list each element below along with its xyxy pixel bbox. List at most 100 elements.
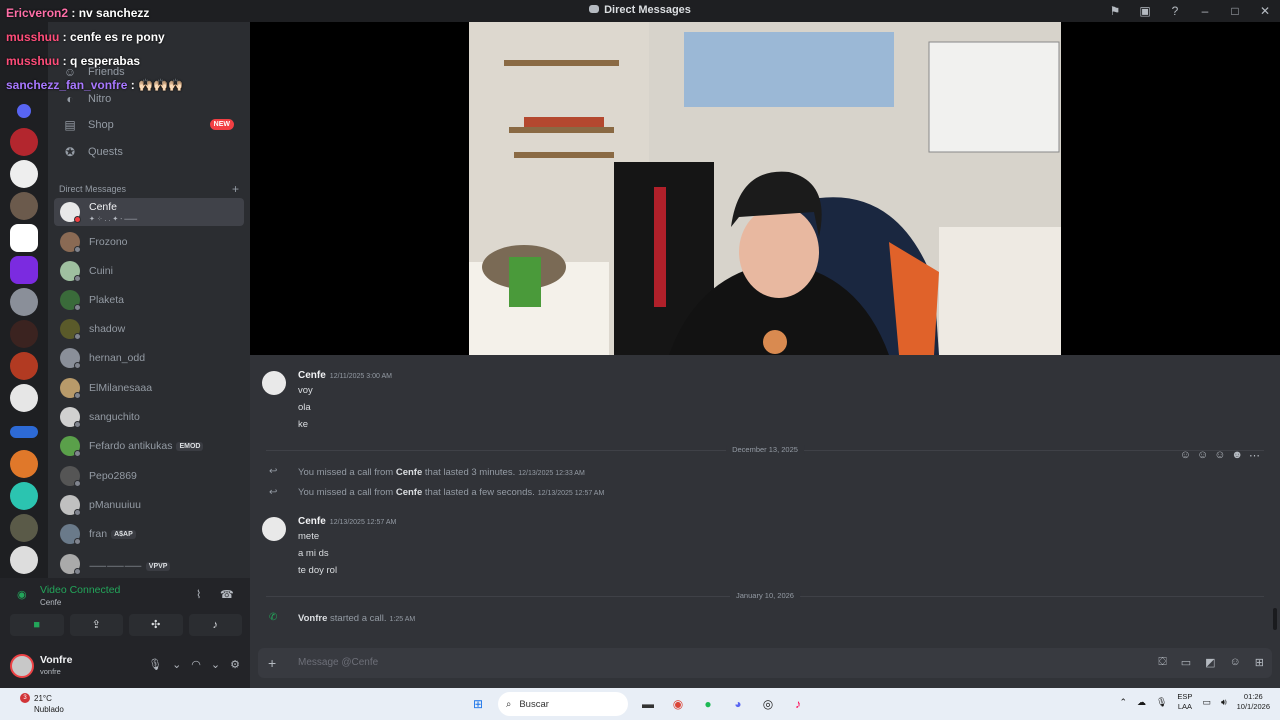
server-icon[interactable] — [10, 482, 38, 510]
overlay-chat-line: musshuu : q esperabas — [6, 54, 140, 68]
dm-item[interactable]: shadow — [54, 315, 244, 343]
sticker-icon[interactable]: ◩ — [1205, 656, 1215, 669]
voice-status[interactable]: Video Connected — [40, 584, 120, 596]
create-dm-plus-icon[interactable]: + — [232, 182, 239, 196]
chevron-down-icon[interactable]: ⌄ — [211, 658, 220, 671]
caller-name[interactable]: Cenfe — [396, 487, 422, 498]
dm-name-text: Cenfe — [89, 201, 118, 213]
dm-item[interactable]: fran A$AP — [54, 520, 244, 548]
dm-item[interactable]: pManuuiuu — [54, 491, 244, 519]
message-input[interactable]: Message @Cenfe — [298, 657, 378, 668]
server-icon[interactable] — [10, 192, 38, 220]
status-dot — [74, 509, 81, 516]
dm-item[interactable]: Pepo2869 — [54, 462, 244, 490]
dm-item[interactable]: Cuini — [54, 257, 244, 285]
gift-icon[interactable]: ⛋ — [1158, 656, 1166, 669]
disconnect-icon[interactable]: ☎ — [220, 588, 234, 601]
dm-item[interactable]: Fefardo antikukas EMOD — [54, 432, 244, 460]
dm-name: ⸺⸺⸺ VPVP — [89, 558, 171, 573]
activities-button[interactable]: ✣ — [129, 614, 183, 636]
close-button[interactable]: ✕ — [1250, 4, 1280, 18]
inbox-icon[interactable]: ⚑ — [1100, 4, 1130, 18]
gear-icon[interactable]: ⚙ — [230, 658, 240, 671]
scrollbar[interactable] — [1273, 608, 1277, 630]
chrome-icon[interactable]: ◉ — [668, 694, 688, 714]
network-icon[interactable]: ▭ — [1202, 697, 1211, 708]
server-icon[interactable] — [10, 384, 38, 412]
add-reaction-icon[interactable]: ☻ — [1231, 449, 1243, 462]
soundboard-button[interactable]: ♪ — [188, 614, 242, 636]
avatar[interactable] — [262, 371, 286, 395]
dm-item[interactable]: sanguchito — [54, 403, 244, 431]
emoji-reaction-icon[interactable]: ☺ — [1214, 449, 1225, 462]
chevron-up-icon[interactable]: ⌃ — [1119, 697, 1127, 708]
caller-name[interactable]: Vonfre — [298, 613, 327, 624]
mic-icon[interactable]: 🎙︎ — [1156, 697, 1167, 708]
headphones-icon[interactable]: ◠ — [191, 658, 201, 671]
apps-icon[interactable]: ⊞ — [1255, 656, 1264, 669]
taskbar-search[interactable]: ⌕ Buscar — [498, 692, 628, 716]
file-explorer-icon[interactable]: ▬ — [638, 694, 658, 714]
avatar[interactable] — [10, 654, 34, 678]
server-icon[interactable] — [10, 256, 38, 284]
windows-start-icon[interactable]: ⊞ — [468, 694, 488, 714]
volume-icon[interactable]: 🔊︎ — [1221, 697, 1227, 708]
server-icon[interactable] — [10, 160, 38, 188]
emoji-reaction-icon[interactable]: ☺ — [1180, 449, 1191, 462]
spotify-icon[interactable]: ● — [698, 694, 718, 714]
dm-item[interactable]: Plaketa — [54, 286, 244, 314]
server-icon[interactable] — [10, 450, 38, 478]
onedrive-icon[interactable]: ☁ — [1137, 697, 1146, 708]
user-panel[interactable]: Vonfre vonfre 🎙︎ ⌄ ◠ ⌄ ⚙ — [10, 652, 242, 682]
server-icon[interactable] — [10, 514, 38, 542]
server-icon[interactable] — [10, 224, 38, 252]
minimize-button[interactable]: – — [1190, 4, 1220, 18]
message-author[interactable]: Cenfe — [298, 370, 326, 381]
caller-name[interactable]: Cenfe — [396, 467, 422, 478]
dm-item[interactable]: ElMilanesaaa — [54, 374, 244, 402]
call-started-text: started a call. — [327, 613, 387, 624]
nav-shop[interactable]: ▤ Shop NEW — [54, 113, 244, 137]
maximize-button[interactable]: □ — [1220, 4, 1250, 18]
gif-icon[interactable]: ▭ — [1181, 656, 1191, 669]
dm-name-text: pManuuiuu — [89, 499, 141, 511]
screen-share-button[interactable]: ⇪ — [69, 614, 123, 636]
emoji-reaction-icon[interactable]: ☺ — [1197, 449, 1208, 462]
server-icon[interactable] — [17, 104, 31, 118]
dm-name: ElMilanesaaa — [89, 382, 152, 394]
obs-icon[interactable]: ◎ — [758, 694, 778, 714]
missed-call-text: You missed a call from — [298, 487, 396, 498]
avatar[interactable] — [262, 517, 286, 541]
server-icon[interactable] — [10, 426, 38, 438]
dm-name: sanguchito — [89, 411, 140, 423]
more-options-icon[interactable]: ⋯ — [1249, 449, 1260, 462]
server-icon[interactable] — [10, 546, 38, 574]
dm-item[interactable]: Frozono — [54, 228, 244, 256]
server-icon[interactable] — [10, 352, 38, 380]
help-icon[interactable]: ? — [1160, 4, 1190, 18]
server-icon[interactable] — [10, 128, 38, 156]
dm-name: Cenfe — [89, 201, 117, 213]
discord-icon[interactable]: ◕ — [728, 694, 748, 714]
nav-quests[interactable]: ✪ Quests — [54, 140, 244, 164]
dm-item[interactable]: Cenfe ✦ ⁘ . . ✦ ⸱ ⸺ — [54, 198, 244, 226]
voice-channel[interactable]: Cenfe — [40, 598, 61, 607]
mic-icon[interactable]: 🎙︎ — [148, 658, 162, 671]
dm-item[interactable]: hernan_odd — [54, 344, 244, 372]
camera-button[interactable]: ■ — [10, 614, 64, 636]
missed-call-text: You missed a call from — [298, 467, 396, 478]
video-feed[interactable] — [469, 22, 1061, 355]
server-icon[interactable] — [10, 320, 38, 348]
noise-suppression-icon[interactable]: ⌇ — [196, 588, 201, 601]
weather-widget[interactable]: 21°C Nublado — [34, 693, 64, 715]
server-icon[interactable] — [10, 288, 38, 316]
language-indicator[interactable]: ESP LAA — [1177, 692, 1192, 712]
dm-item[interactable]: ⸺⸺⸺ VPVP — [54, 550, 244, 578]
emoji-icon[interactable]: ☺ — [1230, 656, 1241, 669]
clock[interactable]: 01:26 10/1/2026 — [1237, 692, 1270, 712]
tiktok-icon[interactable]: ♪ — [788, 694, 808, 714]
chevron-down-icon[interactable]: ⌄ — [172, 658, 181, 671]
message-author[interactable]: Cenfe — [298, 516, 326, 527]
monitor-icon[interactable]: ▣ — [1130, 4, 1160, 18]
attach-plus-icon[interactable]: + — [268, 655, 276, 671]
